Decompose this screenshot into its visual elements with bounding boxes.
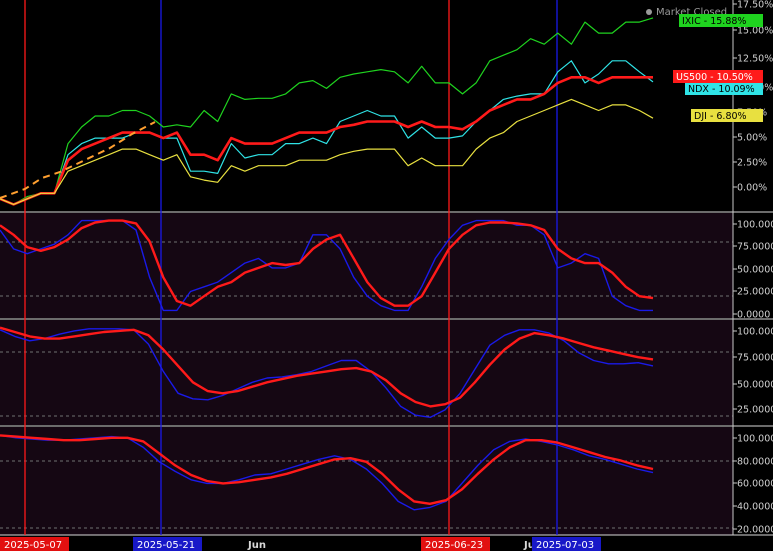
- y-axis-tick-label: 12.50%: [737, 54, 773, 65]
- oscillator-panel-background: [0, 213, 733, 318]
- price-tag-ixic: IXIC - 15.88%: [679, 14, 763, 27]
- price-tag-label: IXIC - 15.88%: [682, 16, 746, 27]
- y-axis-tick-label: 100.0000: [737, 434, 773, 445]
- y-axis-tick-label: 2.50%: [737, 158, 767, 169]
- chart-canvas[interactable]: 0.00%2.50%5.00%7.50%10.00%12.50%15.00%17…: [0, 0, 773, 551]
- y-axis-tick-label: 50.0000: [737, 265, 773, 276]
- y-axis-tick-label: 100.0000: [737, 220, 773, 231]
- oscillator-panel-background: [0, 320, 733, 425]
- y-axis-tick-label: 0.00%: [737, 183, 767, 194]
- oscillator-panel-background: [0, 427, 733, 535]
- date-label: 2025-05-21: [137, 540, 195, 551]
- y-axis-tick-label: 17.50%: [737, 0, 773, 11]
- y-axis-tick-label: 0.0000: [737, 310, 770, 321]
- date-label: 2025-05-07: [4, 540, 62, 551]
- y-axis-tick-label: 60.0000: [737, 479, 773, 490]
- y-axis-tick-label: 40.0000: [737, 502, 773, 513]
- price-tag-us500: US500 - 10.50%: [673, 70, 763, 83]
- y-axis-tick-label: 5.00%: [737, 133, 767, 144]
- y-axis-tick-label: 75.0000: [737, 242, 773, 253]
- y-axis-tick-label: 75.0000: [737, 353, 773, 364]
- date-label: 2025-06-23: [425, 540, 483, 551]
- y-axis-tick-label: 80.0000: [737, 457, 773, 468]
- y-axis-tick-label: 25.0000: [737, 405, 773, 416]
- series-line-ixic: [0, 17, 654, 205]
- series-line-us500: [0, 76, 653, 206]
- y-axis-tick-label: 100.0000: [737, 327, 773, 338]
- forecast-dashed-line: [0, 121, 156, 199]
- series-line-dji: [0, 98, 654, 205]
- y-axis-tick-label: 50.0000: [737, 380, 773, 391]
- price-tag-label: DJI - 6.80%: [694, 111, 747, 122]
- price-tag-ndx: NDX - 10.09%: [685, 82, 763, 95]
- price-tag-label: NDX - 10.09%: [688, 84, 755, 95]
- y-axis-tick-label: 20.0000: [737, 525, 773, 536]
- price-tag-dji: DJI - 6.80%: [691, 109, 763, 122]
- date-label: 2025-07-03: [536, 540, 594, 551]
- date-label: Jun: [247, 540, 266, 551]
- price-tag-label: US500 - 10.50%: [676, 72, 753, 83]
- y-axis-tick-label: 25.0000: [737, 287, 773, 298]
- y-axis-tick-label: 15.00%: [737, 26, 773, 37]
